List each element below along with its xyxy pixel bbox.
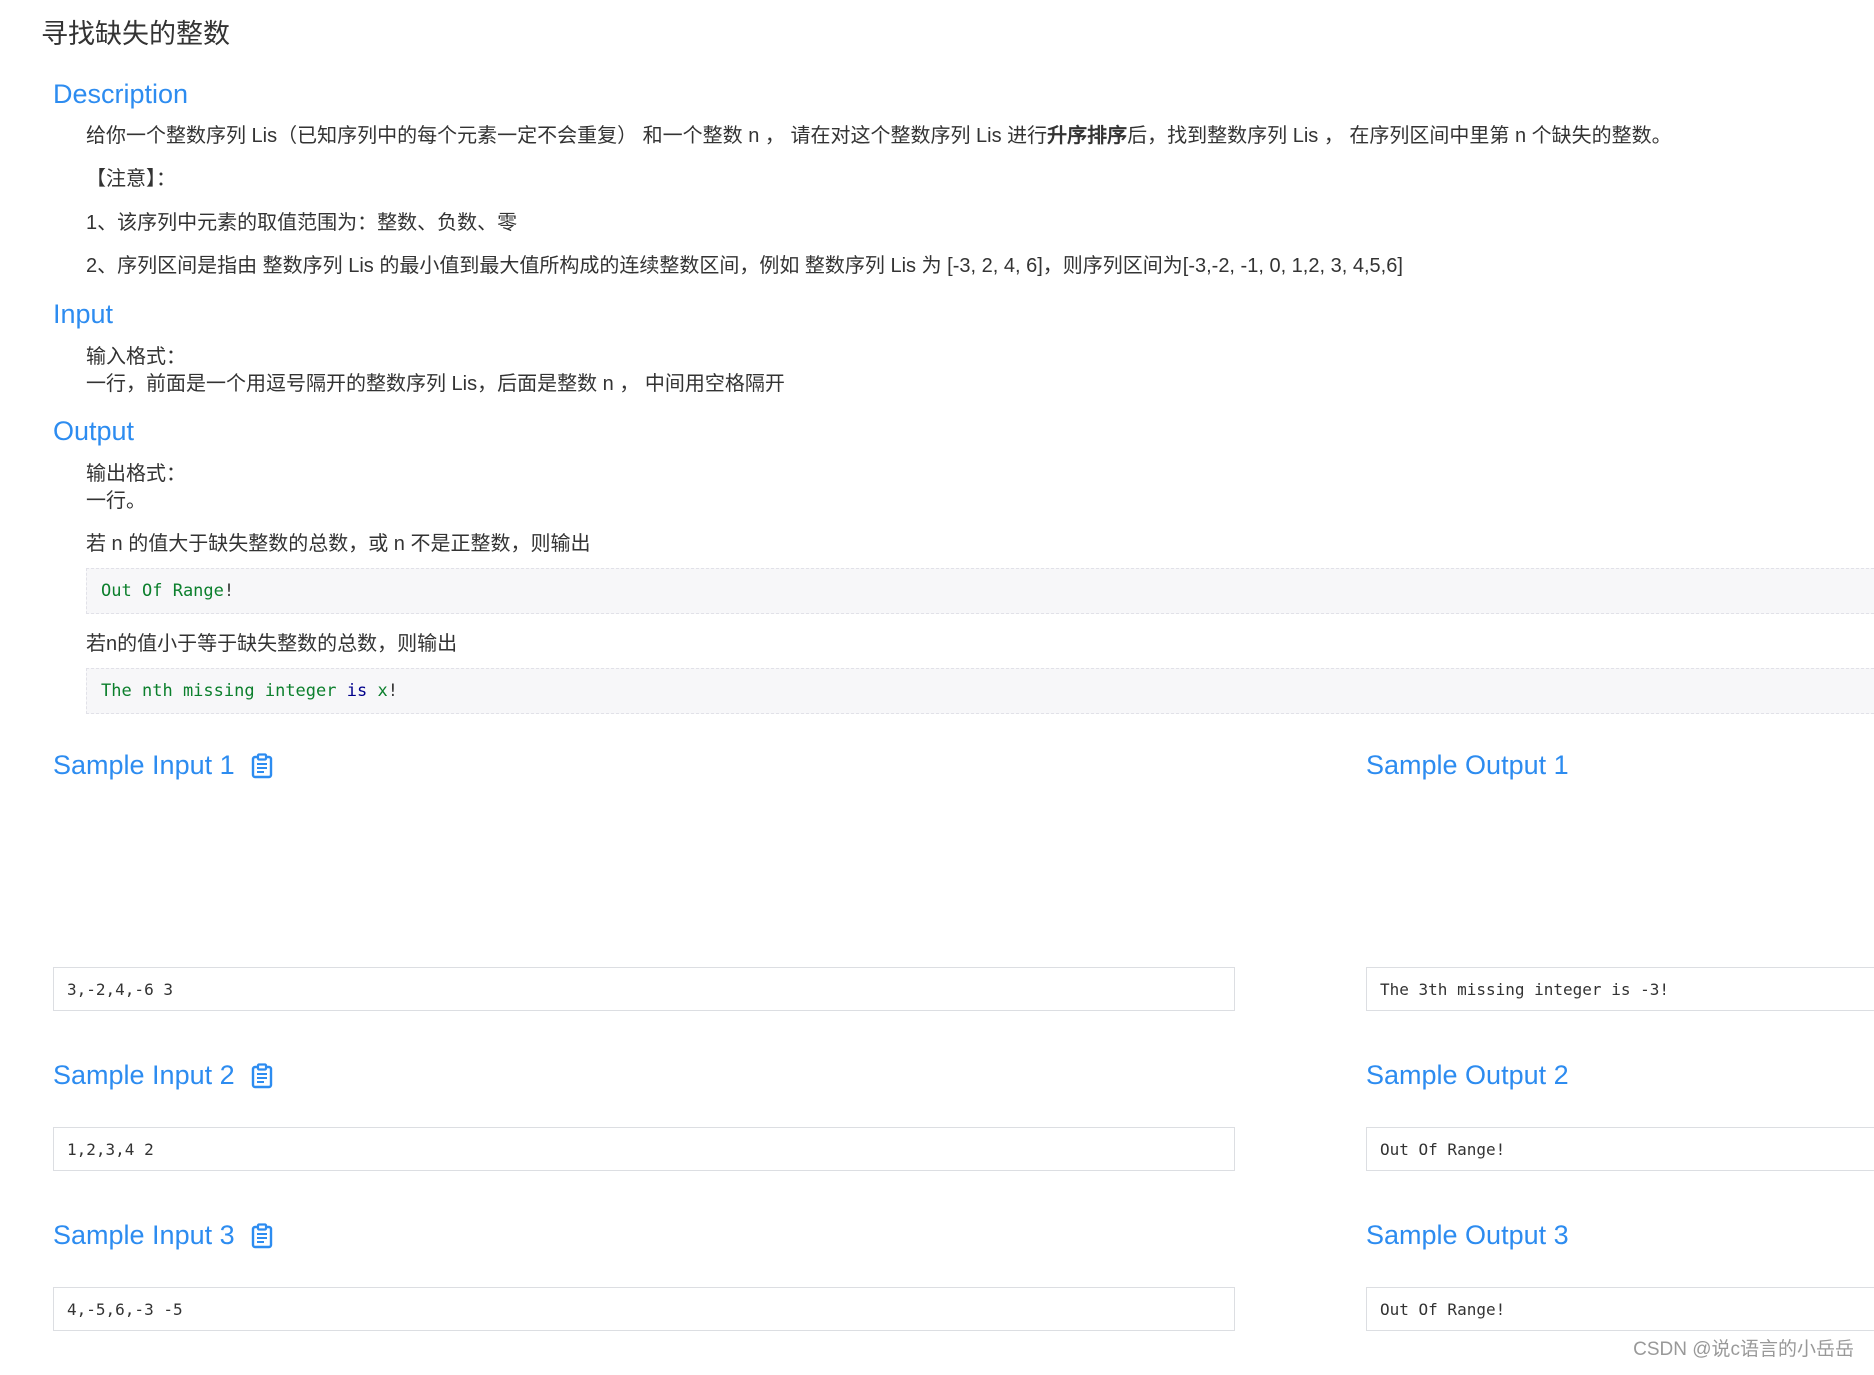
sample-output-3-box: Out Of Range! <box>1366 1287 1874 1331</box>
code-token: missing <box>182 681 255 701</box>
sample-input-title-text: Sample Input 3 <box>53 1220 235 1250</box>
watermark: CSDN @说c语言的小岳岳 <box>1633 1339 1854 1360</box>
description-text-bold: 升序排序 <box>1047 125 1128 147</box>
sample-input-2-title: Sample Input 2 <box>53 1060 273 1091</box>
problem-page: 寻找缺失的整数 Description 给你一个整数序列 Lis（已知序列中的每… <box>0 0 1874 1375</box>
code-block-out-of-range: Out Of Range! <box>86 568 1874 614</box>
sample-output-2-box: Out Of Range! <box>1366 1127 1874 1171</box>
description-heading: Description <box>53 79 189 109</box>
code-token: Out <box>101 581 132 601</box>
output-condition-1: 若 n 的值大于缺失整数的总数，或 n 不是正整数，则输出 <box>86 533 591 555</box>
code-token: ! <box>387 681 398 701</box>
input-heading: Input <box>53 299 114 329</box>
output-heading: Output <box>53 416 135 446</box>
code-token: is <box>346 681 368 701</box>
page-title: 寻找缺失的整数 <box>41 19 230 49</box>
sample-input-3-title: Sample Input 3 <box>53 1220 273 1251</box>
sample-input-3-box: 4,-5,6,-3 -5 <box>53 1287 1235 1331</box>
output-condition-2: 若n的值小于等于缺失整数的总数，则输出 <box>86 633 458 655</box>
sample-input-title-text: Sample Input 2 <box>53 1060 235 1090</box>
clipboard-icon[interactable] <box>251 1062 273 1089</box>
note-item-2: 2、序列区间是指由 整数序列 Lis 的最小值到最大值所构成的连续整数区间，例如… <box>86 255 1403 277</box>
clipboard-icon[interactable] <box>251 752 273 779</box>
code-token: ! <box>223 581 235 601</box>
description-text-b: 后，找到整数序列 Lis ， 在序列区间中里第 n 个缺失的整数。 <box>1127 125 1672 147</box>
code-block-nth-missing: The nth missing integer is x! <box>86 668 1874 714</box>
sample-input-title-text: Sample Input 1 <box>53 750 235 780</box>
code-token: nth <box>141 681 173 701</box>
code-token: The <box>101 681 132 701</box>
output-format-label: 输出格式： <box>86 463 186 485</box>
output-format-text: 一行。 <box>86 490 146 512</box>
note-label: 【注意】： <box>86 168 176 190</box>
note-item-1: 1、该序列中元素的取值范围为：整数、负数、零 <box>86 212 518 234</box>
clipboard-icon[interactable] <box>251 1222 273 1249</box>
code-token: Range <box>172 581 224 601</box>
code-token: integer <box>264 681 337 701</box>
code-token: x <box>377 681 388 701</box>
sample-output-3-title: Sample Output 3 <box>1366 1220 1569 1250</box>
sample-input-1-box: 3,-2,4,-6 3 <box>53 967 1235 1011</box>
sample-output-1-title: Sample Output 1 <box>1366 750 1569 780</box>
code-token: Of <box>141 581 163 601</box>
input-format-label: 输入格式： <box>86 346 186 368</box>
sample-input-1-title: Sample Input 1 <box>53 750 273 781</box>
sample-output-2-title: Sample Output 2 <box>1366 1060 1569 1090</box>
description-text-a: 给你一个整数序列 Lis（已知序列中的每个元素一定不会重复） 和一个整数 n ，… <box>86 125 1048 147</box>
input-format-text: 一行，前面是一个用逗号隔开的整数序列 Lis，后面是整数 n ， 中间用空格隔开 <box>86 373 785 395</box>
sample-input-2-box: 1,2,3,4 2 <box>53 1127 1235 1171</box>
sample-output-1-box: The 3th missing integer is -3! <box>1366 967 1874 1011</box>
description-paragraph: 给你一个整数序列 Lis（已知序列中的每个元素一定不会重复） 和一个整数 n ，… <box>86 119 1672 148</box>
